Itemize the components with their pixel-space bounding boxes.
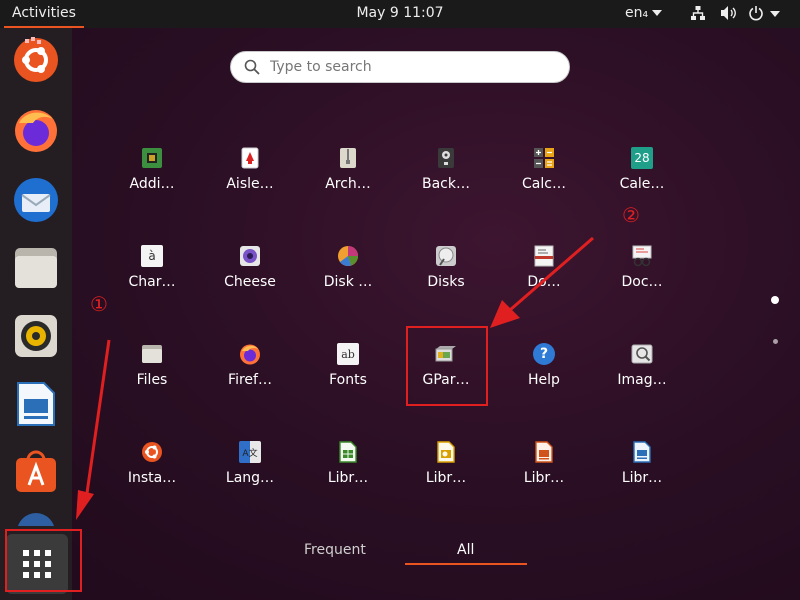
annotation-arrowhead-1 xyxy=(76,490,94,520)
annotation-arrows xyxy=(76,236,594,520)
annotation-arrow-1 xyxy=(84,339,111,501)
annotation-arrow-2 xyxy=(509,236,594,312)
